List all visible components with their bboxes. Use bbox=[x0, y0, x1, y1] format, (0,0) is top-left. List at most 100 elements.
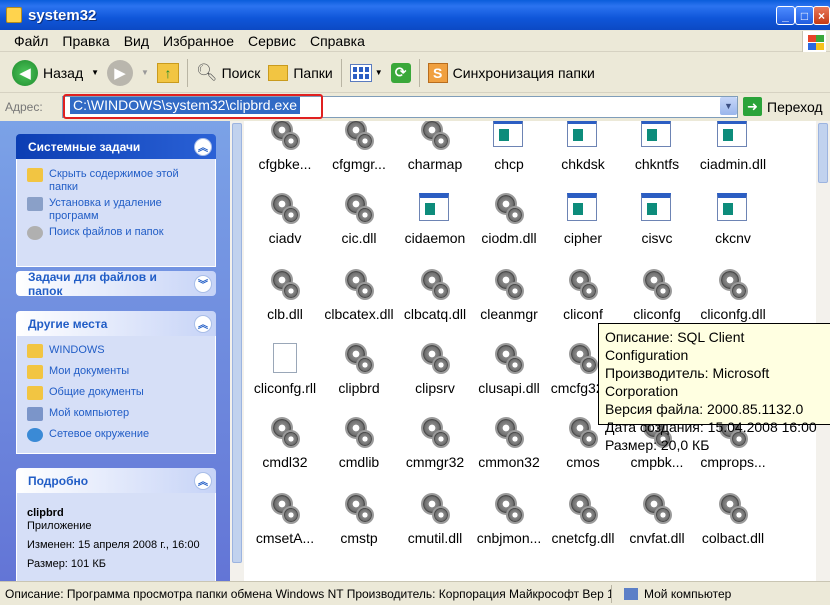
details-header[interactable]: Подробно ︽ bbox=[16, 468, 216, 493]
file-item[interactable]: clbcatex.dll bbox=[320, 269, 398, 341]
address-bar: Адрес: C:\WINDOWS\system32\clipbrd.exe ▼… bbox=[0, 94, 830, 120]
collapse-chevron-icon[interactable]: ︽ bbox=[194, 471, 212, 490]
file-item[interactable]: clipbrd bbox=[320, 343, 398, 415]
file-item[interactable]: cnvfat.dll bbox=[618, 493, 696, 565]
file-item[interactable]: cleanmgr bbox=[470, 269, 548, 341]
back-button[interactable]: ◀ Назад ▼ bbox=[8, 57, 103, 89]
file-item[interactable]: ciadmin.dll bbox=[694, 121, 772, 191]
go-arrow-icon: ➜ bbox=[743, 97, 762, 116]
application-window-icon bbox=[567, 121, 599, 151]
file-tasks-header[interactable]: Задачи для файлов и папок ︾ bbox=[16, 270, 216, 298]
file-item[interactable]: cmdlib bbox=[320, 417, 398, 489]
chevron-down-icon[interactable]: ▼ bbox=[375, 68, 383, 77]
file-item[interactable]: clb.dll bbox=[246, 269, 324, 341]
menu-tools[interactable]: Сервис bbox=[241, 33, 303, 49]
views-button[interactable]: ▼ bbox=[346, 57, 387, 89]
search-button[interactable]: 🔍︎ Поиск bbox=[192, 57, 264, 89]
file-item[interactable]: cmsetA... bbox=[246, 493, 324, 565]
gear-icon bbox=[419, 417, 451, 449]
file-item[interactable]: cmdl32 bbox=[246, 417, 324, 489]
file-label: cleanmgr bbox=[480, 306, 538, 322]
file-item[interactable]: cmmon32 bbox=[470, 417, 548, 489]
place-network[interactable]: Сетевое окружение bbox=[27, 428, 205, 442]
file-label: clbcatq.dll bbox=[403, 306, 467, 322]
minimize-button[interactable]: _ bbox=[776, 6, 795, 25]
add-remove-programs-icon bbox=[27, 197, 43, 211]
expand-chevron-icon[interactable]: ︾ bbox=[194, 274, 212, 293]
file-item[interactable]: cidaemon bbox=[396, 193, 474, 265]
file-item[interactable]: cipher bbox=[544, 193, 622, 265]
menu-bar: Файл Правка Вид Избранное Сервис Справка bbox=[0, 30, 830, 52]
chevron-down-icon[interactable]: ▼ bbox=[141, 68, 149, 77]
file-item[interactable]: cmstp bbox=[320, 493, 398, 565]
status-location: Мой компьютер bbox=[612, 587, 731, 601]
menu-edit[interactable]: Правка bbox=[55, 33, 116, 49]
gear-icon bbox=[343, 193, 375, 225]
gear-icon bbox=[641, 269, 673, 301]
sync-button[interactable]: S Синхронизация папки bbox=[424, 57, 599, 89]
folder-icon bbox=[27, 365, 43, 379]
file-item[interactable]: cic.dll bbox=[320, 193, 398, 265]
file-label: cliconfg bbox=[633, 306, 681, 322]
file-item[interactable]: cnetcfg.dll bbox=[544, 493, 622, 565]
file-item[interactable]: ckcnv bbox=[694, 193, 772, 265]
address-dropdown-button[interactable]: ▼ bbox=[720, 97, 737, 115]
file-item[interactable]: cfgmgr... bbox=[320, 121, 398, 191]
place-windows[interactable]: WINDOWS bbox=[27, 344, 205, 358]
file-item[interactable]: clipsrv bbox=[396, 343, 474, 415]
close-button[interactable]: × bbox=[813, 6, 830, 25]
place-my-documents[interactable]: Мои документы bbox=[27, 365, 205, 379]
place-label: WINDOWS bbox=[49, 344, 105, 356]
document-icon bbox=[269, 343, 301, 375]
file-label: clipsrv bbox=[415, 380, 455, 396]
menu-help[interactable]: Справка bbox=[303, 33, 372, 49]
file-label: cmutil.dll bbox=[407, 530, 463, 546]
menu-favorites[interactable]: Избранное bbox=[156, 33, 241, 49]
scroll-thumb[interactable] bbox=[232, 123, 242, 563]
file-item[interactable]: cmutil.dll bbox=[396, 493, 474, 565]
file-item[interactable]: cisvc bbox=[618, 193, 696, 265]
file-item[interactable]: chkdsk bbox=[544, 121, 622, 191]
gear-icon bbox=[343, 493, 375, 525]
collapse-chevron-icon[interactable]: ︽ bbox=[194, 137, 212, 156]
file-item[interactable]: cliconfg.rll bbox=[246, 343, 324, 415]
details-name: clipbrd bbox=[27, 507, 64, 519]
sync-icon: S bbox=[427, 62, 448, 83]
file-item[interactable]: ciodm.dll bbox=[470, 193, 548, 265]
task-hide-folder[interactable]: Скрыть содержимое этой папки bbox=[27, 168, 205, 194]
task-search-files[interactable]: Поиск файлов и папок bbox=[27, 226, 205, 240]
gear-icon bbox=[567, 343, 599, 375]
file-label: clipbrd bbox=[338, 380, 380, 396]
file-item[interactable]: chcp bbox=[470, 121, 548, 191]
left-scrollbar[interactable] bbox=[230, 121, 244, 581]
file-item[interactable]: chkntfs bbox=[618, 121, 696, 191]
title-bar[interactable]: system32 _ □ × bbox=[0, 0, 830, 30]
file-label: cfgbke... bbox=[258, 156, 312, 172]
file-item[interactable]: ciadv bbox=[246, 193, 324, 265]
file-item[interactable]: clbcatq.dll bbox=[396, 269, 474, 341]
tooltip-manufacturer: Производитель: Microsoft Corporation bbox=[605, 365, 770, 399]
gear-icon bbox=[641, 493, 673, 525]
scroll-thumb[interactable] bbox=[818, 123, 828, 183]
menu-file[interactable]: Файл bbox=[7, 33, 55, 49]
maximize-button[interactable]: □ bbox=[795, 6, 814, 25]
menu-view[interactable]: Вид bbox=[117, 33, 156, 49]
file-item[interactable]: cfgbke... bbox=[246, 121, 324, 191]
other-places-header[interactable]: Другие места ︽ bbox=[16, 311, 216, 336]
place-my-computer[interactable]: Мой компьютер bbox=[27, 407, 205, 421]
system-tasks-header[interactable]: Системные задачи ︽ bbox=[16, 134, 216, 159]
place-shared-documents[interactable]: Общие документы bbox=[27, 386, 205, 400]
file-item[interactable]: clusapi.dll bbox=[470, 343, 548, 415]
refresh-button[interactable]: ⟳ bbox=[387, 57, 415, 89]
file-item[interactable]: cnbjmon... bbox=[470, 493, 548, 565]
file-item[interactable]: charmap bbox=[396, 121, 474, 191]
up-button[interactable]: ↑ bbox=[153, 57, 183, 89]
file-item[interactable]: cmmgr32 bbox=[396, 417, 474, 489]
chevron-down-icon[interactable]: ▼ bbox=[91, 68, 99, 77]
folders-button[interactable]: Папки bbox=[264, 57, 336, 89]
forward-button[interactable]: ▶ ▼ bbox=[103, 57, 153, 89]
task-add-remove[interactable]: Установка и удаление программ bbox=[27, 197, 205, 223]
file-item[interactable]: colbact.dll bbox=[694, 493, 772, 565]
go-button[interactable]: ➜ Переход bbox=[743, 97, 823, 116]
collapse-chevron-icon[interactable]: ︽ bbox=[194, 314, 212, 333]
